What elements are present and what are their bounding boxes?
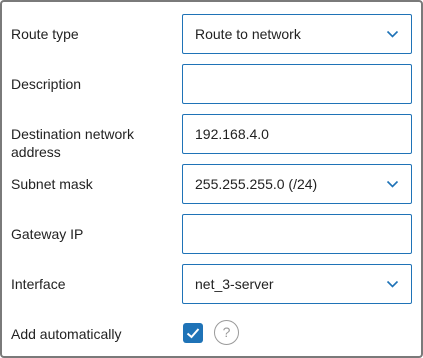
gateway-ip-label: Gateway IP bbox=[11, 226, 84, 242]
subnet-mask-select[interactable]: 255.255.255.0 (/24) bbox=[182, 164, 412, 204]
route-type-select[interactable]: Route to network bbox=[182, 14, 412, 54]
route-type-label: Route type bbox=[11, 26, 79, 42]
chevron-down-icon bbox=[386, 30, 399, 38]
interface-label: Interface bbox=[11, 276, 66, 292]
destination-label-line1: Destination network bbox=[11, 126, 134, 142]
interface-value: net_3-server bbox=[195, 276, 274, 292]
gateway-ip-input[interactable] bbox=[182, 214, 412, 254]
route-type-value: Route to network bbox=[195, 26, 301, 42]
route-form-panel: Route type Route to network Description … bbox=[0, 0, 423, 358]
add-automatically-label: Add automatically bbox=[11, 326, 122, 342]
checkmark-icon bbox=[186, 328, 200, 339]
chevron-down-icon bbox=[386, 180, 399, 188]
chevron-down-icon bbox=[386, 280, 399, 288]
description-input[interactable] bbox=[182, 64, 412, 104]
description-label: Description bbox=[11, 76, 82, 92]
add-automatically-checkbox[interactable] bbox=[183, 323, 203, 343]
subnet-mask-label: Subnet mask bbox=[11, 176, 93, 192]
subnet-mask-value: 255.255.255.0 (/24) bbox=[195, 176, 318, 192]
destination-address-input[interactable]: 192.168.4.0 bbox=[182, 114, 412, 154]
destination-label-line2: address bbox=[11, 144, 61, 160]
help-icon[interactable]: ? bbox=[214, 320, 239, 345]
interface-select[interactable]: net_3-server bbox=[182, 264, 412, 304]
destination-address-value: 192.168.4.0 bbox=[195, 126, 269, 142]
